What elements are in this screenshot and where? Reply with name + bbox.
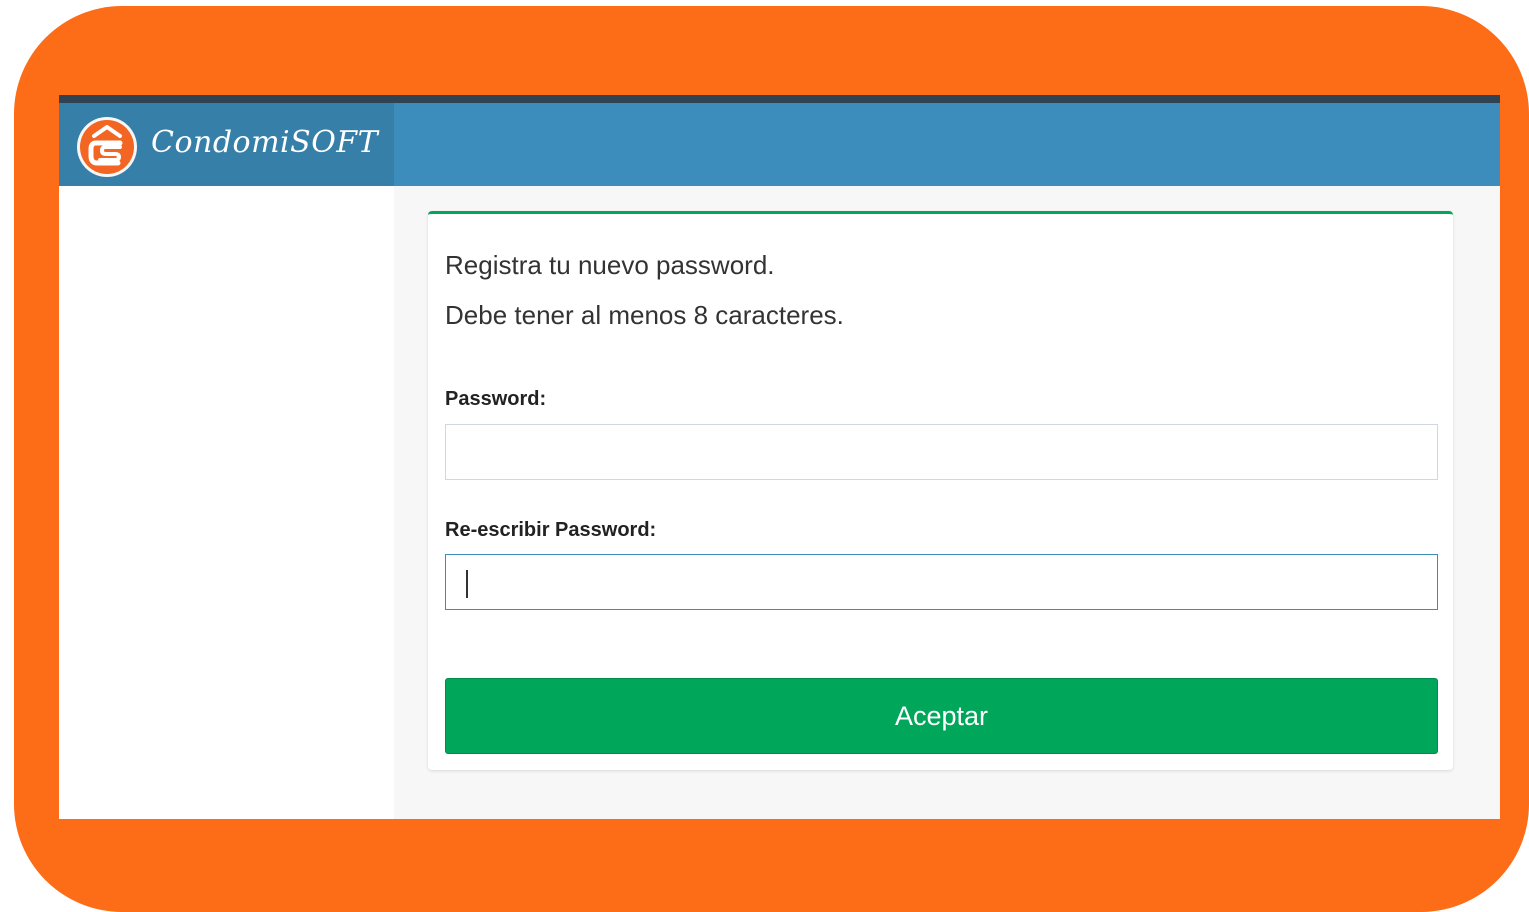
requirement-text: Debe tener al menos 8 caracteres. (445, 300, 844, 330)
password-label: Password: (445, 388, 547, 410)
repeat-password-input[interactable] (445, 554, 1438, 610)
brand-logo-link[interactable]: CondomiSOFT (59, 103, 394, 186)
accept-button[interactable]: Aceptar (445, 678, 1438, 754)
repeat-password-label: Re-escribir Password: (445, 519, 657, 541)
new-password-card: Registra tu nuevo password. Debe tener a… (428, 211, 1453, 770)
instruction-text: Registra tu nuevo password. (445, 250, 775, 280)
password-input[interactable] (445, 424, 1438, 480)
main-header: CondomiSOFT (59, 103, 1500, 186)
window-top-bar (59, 95, 1500, 103)
text-cursor (466, 570, 468, 598)
condomisoft-logo-icon (77, 117, 137, 177)
sidebar (59, 186, 394, 819)
brand-name: CondomiSOFT (151, 125, 379, 160)
app-screen: CondomiSOFT Registra tu nuevo password. … (59, 95, 1500, 819)
